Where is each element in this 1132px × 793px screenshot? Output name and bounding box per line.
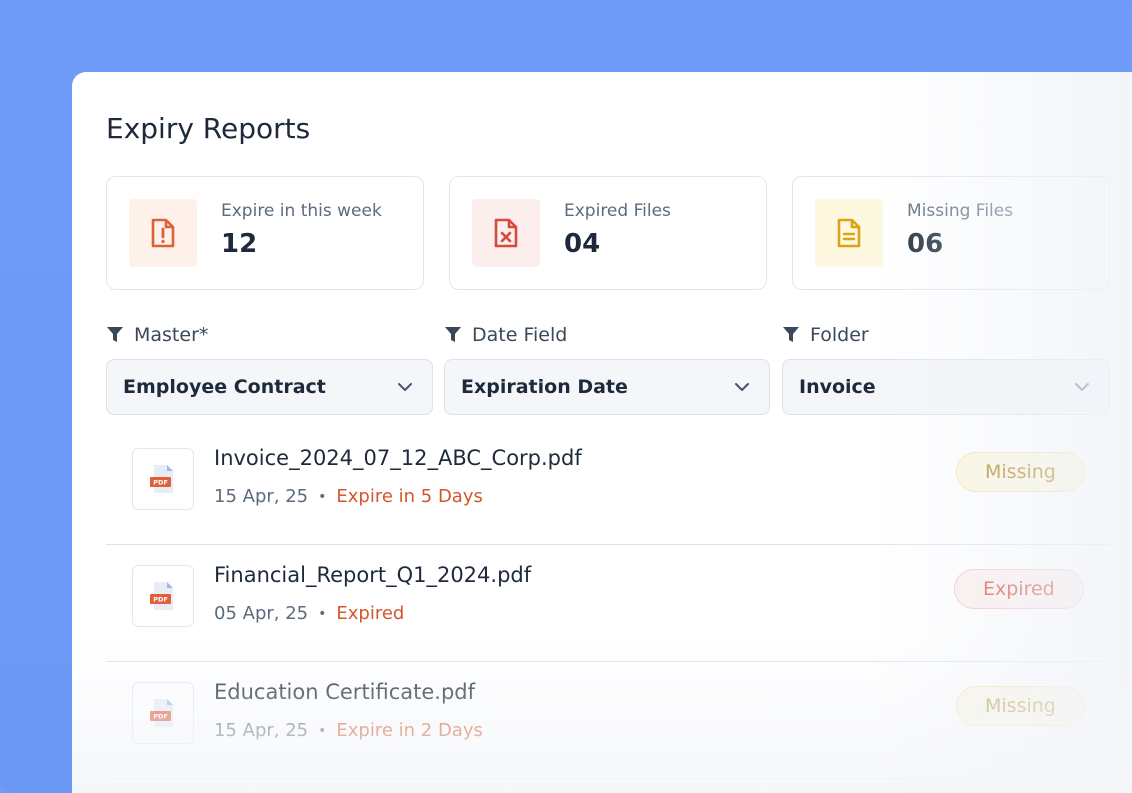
stat-card-missing-files[interactable]: Missing Files 06 xyxy=(792,176,1110,290)
chevron-down-icon xyxy=(735,382,749,391)
stat-card-expire-this-week[interactable]: Expire in this week 12 xyxy=(106,176,424,290)
filter-label-date-field: Date Field xyxy=(444,324,567,346)
stat-label: Missing Files xyxy=(907,201,1014,221)
file-name[interactable]: Financial_Report_Q1_2024.pdf xyxy=(214,563,531,587)
filter-icon xyxy=(107,327,123,342)
file-meta: 15 Apr, 25 • Expire in 5 Days xyxy=(214,486,483,507)
file-date: 15 Apr, 25 xyxy=(214,486,309,507)
master-select-value: Employee Contract xyxy=(123,376,326,398)
file-x-icon xyxy=(472,199,540,267)
stat-card-expired-files[interactable]: Expired Files 04 xyxy=(449,176,767,290)
pdf-file-icon: PDF xyxy=(132,682,194,744)
date-field-select[interactable]: Expiration Date xyxy=(444,359,770,415)
file-date: 15 Apr, 25 xyxy=(214,720,309,741)
stat-label: Expired Files xyxy=(564,201,671,221)
folder-select[interactable]: Invoice xyxy=(782,359,1110,415)
status-badge: Missing xyxy=(956,452,1085,492)
page-title: Expiry Reports xyxy=(106,112,311,145)
svg-text:PDF: PDF xyxy=(153,479,168,487)
master-select[interactable]: Employee Contract xyxy=(106,359,433,415)
chevron-down-icon xyxy=(398,382,412,391)
expiry-reports-panel: Expiry Reports Expire in this week 12 Ex… xyxy=(72,72,1132,793)
svg-text:PDF: PDF xyxy=(153,596,168,604)
svg-text:PDF: PDF xyxy=(153,713,168,721)
file-row[interactable]: PDF Financial_Report_Q1_2024.pdf 05 Apr,… xyxy=(106,545,1110,662)
file-row[interactable]: PDF Education Certificate.pdf 15 Apr, 25… xyxy=(106,662,1110,779)
folder-select-value: Invoice xyxy=(799,376,876,398)
file-name[interactable]: Invoice_2024_07_12_ABC_Corp.pdf xyxy=(214,446,582,470)
file-meta: 05 Apr, 25 • Expired xyxy=(214,603,404,624)
file-row[interactable]: PDF Invoice_2024_07_12_ABC_Corp.pdf 15 A… xyxy=(106,428,1110,545)
filter-label-master: Master* xyxy=(106,324,208,346)
file-expiry: Expired xyxy=(336,603,405,624)
status-badge: Missing xyxy=(956,686,1085,726)
stat-value: 06 xyxy=(907,229,944,259)
stat-value: 12 xyxy=(221,229,258,259)
filter-label-folder: Folder xyxy=(782,324,869,346)
meta-separator: • xyxy=(318,722,327,739)
file-date: 05 Apr, 25 xyxy=(214,603,309,624)
file-meta: 15 Apr, 25 • Expire in 2 Days xyxy=(214,720,483,741)
date-field-select-value: Expiration Date xyxy=(461,376,628,398)
status-badge: Expired xyxy=(954,569,1084,609)
file-expiry: Expire in 2 Days xyxy=(336,720,483,741)
chevron-down-icon xyxy=(1075,382,1089,391)
stat-value: 04 xyxy=(564,229,601,259)
file-name[interactable]: Education Certificate.pdf xyxy=(214,680,475,704)
stat-label: Expire in this week xyxy=(221,201,382,221)
filter-icon xyxy=(783,327,799,342)
pdf-file-icon: PDF xyxy=(132,565,194,627)
meta-separator: • xyxy=(318,605,327,622)
meta-separator: • xyxy=(318,488,327,505)
filter-icon xyxy=(445,327,461,342)
file-alert-icon xyxy=(129,199,197,267)
file-text-icon xyxy=(815,199,883,267)
file-expiry: Expire in 5 Days xyxy=(336,486,483,507)
pdf-file-icon: PDF xyxy=(132,448,194,510)
